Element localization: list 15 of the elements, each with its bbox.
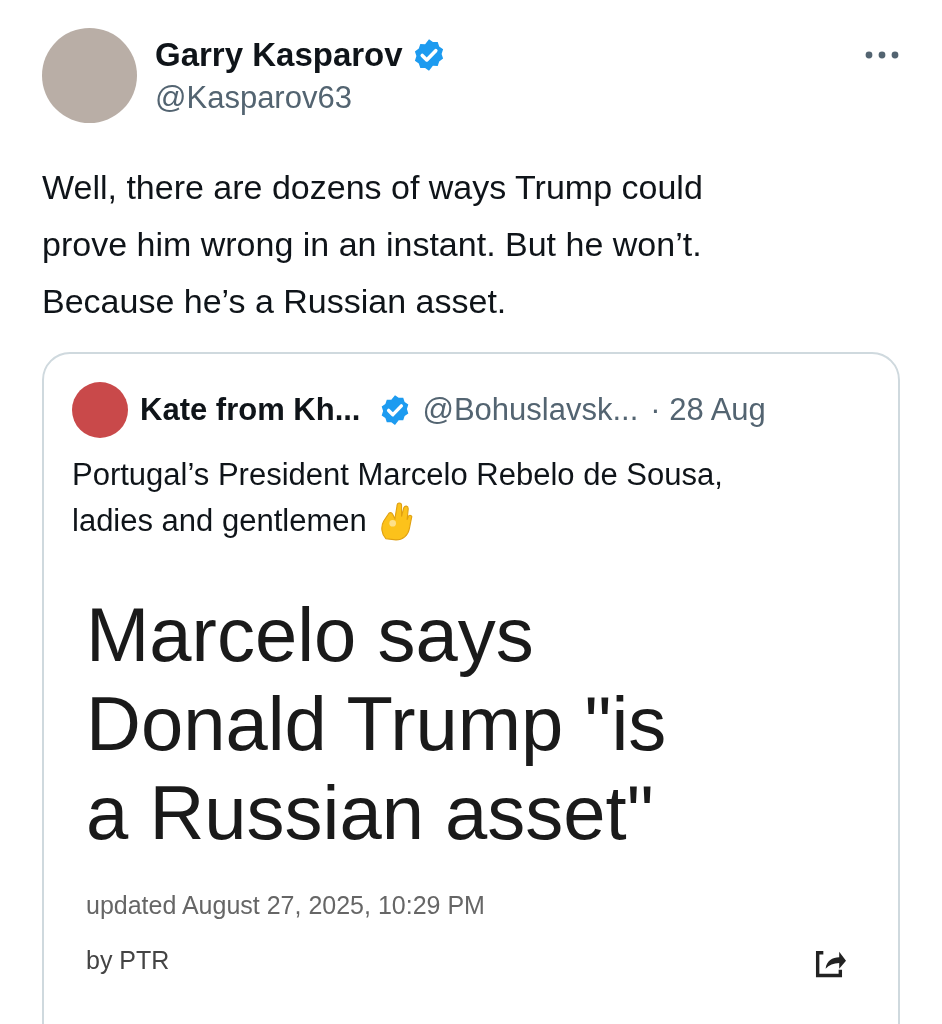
article-byline: by PTR (86, 946, 170, 975)
article-updated-date: updated August 27, 2025, 10:29 PM (86, 891, 486, 920)
avatar-photo-placeholder[interactable] (72, 382, 128, 438)
author-handle[interactable]: @Kasparov63 (155, 80, 447, 116)
article-headline: Marcelo says Donald Trump "is a Russian asset" (86, 591, 668, 857)
quoted-tweet-text: Portugal’s President Marcelo Rebelo de Sousa, (72, 456, 724, 494)
quoted-author-handle[interactable]: @Bohuslavsk... (422, 392, 639, 428)
tweet-text: Well, there are dozens of ways Trump could prove him wrong in an instant. But he won’t. Because he’s a Russian asset. (42, 167, 704, 322)
author-name[interactable]: Garry Kasparov (155, 36, 403, 74)
quoted-tweet-card[interactable]: Kate from Kh... @Bohuslavsk... · 28 Aug Portugal’s President Marcelo Rebelo de Sousa, ladies and gentlemen Marcelo says Donald Trump "is a Russian asset" updated August 27, 2025, 10:29 PM by PTR (42, 352, 900, 1024)
quoted-tweet-text: ladies and gentlemen (72, 502, 367, 540)
quoted-author-name[interactable]: Kate from Kh... (140, 392, 361, 428)
more-options-icon[interactable] (864, 50, 900, 60)
ok-hand-icon (378, 501, 413, 541)
quoted-tweet-date[interactable]: · 28 Aug (650, 392, 766, 428)
